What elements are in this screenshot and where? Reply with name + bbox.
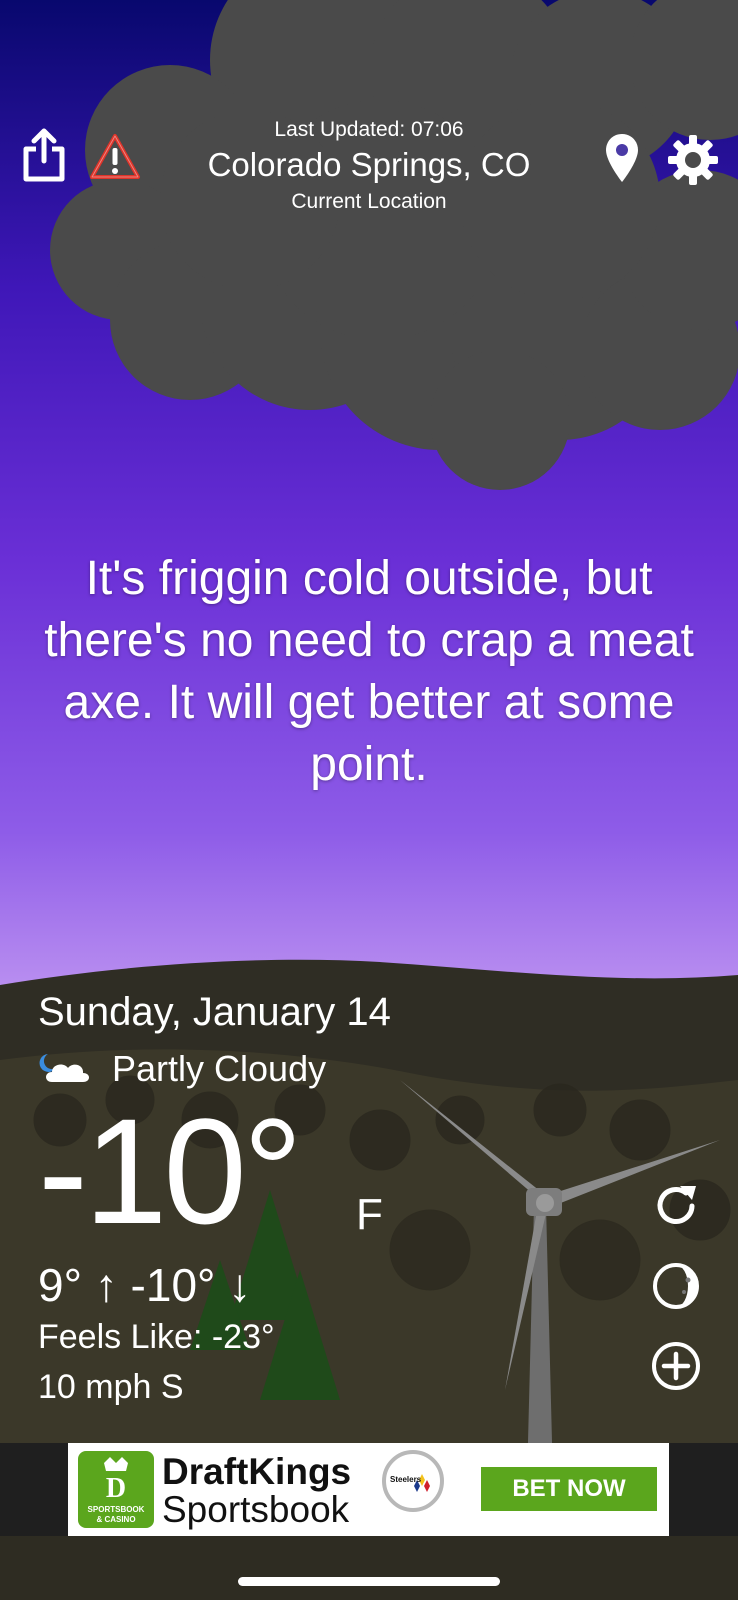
ad-brand: DraftKings [162,1451,352,1492]
feels-like: Feels Like: -23° [38,1318,275,1356]
settings-gear-icon [668,135,718,185]
home-indicator[interactable] [238,1577,500,1586]
draftkings-logo-badge: D SPORTSBOOK & CASINO [78,1451,154,1528]
team-logo-text: Steelers [390,1475,422,1484]
locations-button[interactable] [600,130,644,186]
wind-speed: 10 mph S [38,1368,184,1406]
location-pin-icon [606,134,638,182]
forecast-date: Sunday, January 14 [38,990,391,1034]
team-logo: Steelers [382,1450,444,1512]
ad-badge-bottom: & CASINO [96,1515,136,1524]
refresh-icon [657,1186,696,1224]
condition-label: Partly Cloudy [112,1048,327,1089]
add-location-button[interactable] [648,1338,704,1394]
refresh-button[interactable] [648,1178,704,1234]
svg-text:D: D [106,1473,126,1503]
ad-badge-top: SPORTSBOOK [87,1505,145,1514]
moon-phase-icon [653,1263,699,1309]
moon-cloud-icon [38,1050,94,1086]
temperature-unit[interactable]: F [356,1190,383,1240]
ad-banner[interactable]: D SPORTSBOOK & CASINO DraftKings Sportsb… [68,1443,669,1536]
home-area-background [0,1536,738,1600]
ad-product: Sportsbook [162,1489,350,1530]
weather-background-scene [0,0,738,1600]
location-type-label: Current Location [291,190,447,213]
add-location-icon [652,1342,700,1390]
current-temperature: -10° [38,1087,303,1255]
weather-message: It's friggin cold outside, but there's n… [44,552,694,791]
settings-button[interactable] [665,132,721,188]
moon-phase-button[interactable] [648,1258,704,1314]
draftkings-crown-icon: D [104,1457,128,1503]
high-low-temperature: 9° ↑ -10° ↓ [38,1259,252,1311]
bet-now-button[interactable]: BET NOW [481,1467,657,1511]
